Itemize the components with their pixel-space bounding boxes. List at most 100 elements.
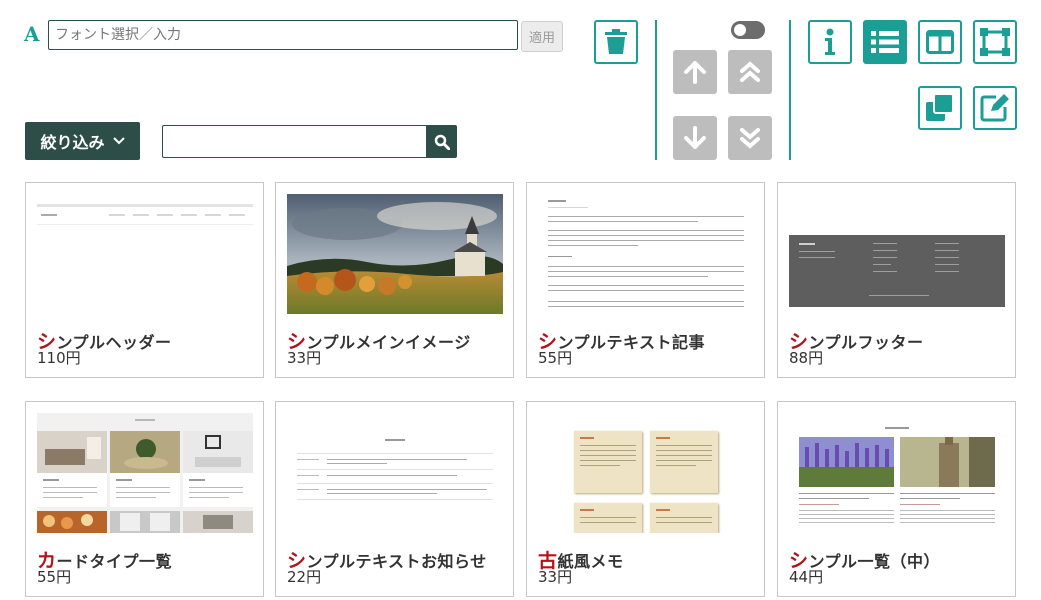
template-card[interactable]: カードタイプ一覧 55円 xyxy=(25,401,264,597)
card-text-box xyxy=(183,473,253,507)
template-thumbnail xyxy=(37,413,253,533)
thumb-line xyxy=(548,276,708,277)
thumb-line xyxy=(548,285,744,286)
thumb-line xyxy=(548,301,744,302)
thumb-line xyxy=(385,439,405,441)
card-title-rest: ードタイプ一覧 xyxy=(56,552,173,571)
thumb-line xyxy=(41,214,57,216)
thumb-line xyxy=(297,469,493,470)
chevron-down-icon xyxy=(112,137,125,145)
info-button[interactable] xyxy=(808,20,852,64)
info-icon xyxy=(825,28,835,55)
delete-button[interactable] xyxy=(594,20,638,64)
card-price: 33円 xyxy=(538,568,573,586)
template-card[interactable]: シンプルメインイメージ 33円 xyxy=(275,182,514,378)
thumb-line xyxy=(297,453,493,454)
card-title-rest: ンプルフッター xyxy=(808,333,924,352)
trash-icon xyxy=(605,29,627,54)
card-text-box xyxy=(110,473,180,507)
thumb-line xyxy=(37,224,253,225)
memo-paper xyxy=(650,431,718,493)
card-text-box xyxy=(37,473,107,507)
thumb-line xyxy=(116,492,170,493)
template-thumbnail xyxy=(538,413,754,533)
list-view-icon xyxy=(871,31,899,53)
thumb-line xyxy=(548,290,744,291)
thumb-line xyxy=(297,475,319,476)
thumb-line xyxy=(189,497,229,498)
thumb-line xyxy=(205,214,221,216)
thumb-line xyxy=(580,445,636,446)
thumb-line xyxy=(799,243,815,245)
frame-select-button[interactable] xyxy=(973,20,1017,64)
thumb-line xyxy=(157,214,173,216)
thumb-line xyxy=(297,483,493,484)
thumb-line xyxy=(580,517,636,518)
search-button[interactable] xyxy=(426,125,457,158)
template-card[interactable]: シンプルテキスト記事 55円 xyxy=(526,182,765,378)
edit-icon xyxy=(980,94,1009,122)
search-input[interactable] xyxy=(162,125,426,158)
thumb-line xyxy=(935,264,959,265)
move-bottom-button[interactable] xyxy=(728,116,772,160)
duplicate-button[interactable] xyxy=(918,86,962,130)
photo-shape xyxy=(81,514,93,526)
template-card[interactable]: シンプル一覧（中） 44円 xyxy=(777,401,1016,597)
thumb-line xyxy=(548,306,744,307)
thumb-line xyxy=(580,455,636,456)
template-card[interactable]: シンプルフッター 88円 xyxy=(777,182,1016,378)
photo-shape xyxy=(136,439,156,459)
card-title-rest: ンプルテキスト記事 xyxy=(557,333,706,352)
card-photo xyxy=(37,511,107,533)
apply-button[interactable]: 適用 xyxy=(521,21,563,52)
font-select-input[interactable] xyxy=(48,20,518,50)
thumb-line xyxy=(327,489,487,490)
thumb-line xyxy=(656,509,670,511)
thumb-line xyxy=(935,271,959,272)
card-title-rest: ンプルテキストお知らせ xyxy=(306,552,487,571)
thumb-line xyxy=(548,235,744,236)
thumb-line xyxy=(580,509,594,511)
thumb-line xyxy=(656,445,712,446)
filter-dropdown-button[interactable]: 絞り込み xyxy=(25,122,140,160)
card-title-rest: ンプルメインイメージ xyxy=(306,333,471,352)
thumb-line xyxy=(656,465,696,466)
template-card[interactable]: シンプルヘッダー 110円 xyxy=(25,182,264,378)
toggle-switch[interactable] xyxy=(731,21,765,39)
card-photo xyxy=(183,511,253,533)
toolbar-divider xyxy=(789,20,791,160)
thumb-line xyxy=(548,207,588,208)
footer-block xyxy=(789,235,1005,307)
move-down-button[interactable] xyxy=(673,116,717,160)
template-card[interactable]: シンプルテキストお知らせ 22円 xyxy=(275,401,514,597)
template-thumbnail xyxy=(538,194,754,314)
thumb-line xyxy=(656,460,712,461)
thumb-line xyxy=(548,221,698,222)
photo-shape xyxy=(43,515,55,527)
move-top-button[interactable] xyxy=(728,50,772,94)
double-chevron-down-icon xyxy=(740,128,760,149)
edit-button[interactable] xyxy=(973,86,1017,130)
thumb-line xyxy=(189,479,205,481)
column-layout-button[interactable] xyxy=(918,20,962,64)
template-card[interactable]: 古紙風メモ 33円 xyxy=(526,401,765,597)
arrow-up-icon xyxy=(684,61,706,84)
column-layout-icon xyxy=(926,30,954,54)
card-price: 55円 xyxy=(538,349,573,367)
thumb-line xyxy=(799,251,835,252)
thumb-line xyxy=(133,214,149,216)
memo-paper xyxy=(574,431,642,493)
search-icon xyxy=(434,134,450,150)
thumb-line xyxy=(580,460,636,461)
thumb-line xyxy=(327,463,387,464)
thumb-line xyxy=(548,200,566,202)
move-up-button[interactable] xyxy=(673,50,717,94)
card-price: 55円 xyxy=(37,568,72,586)
thumb-line xyxy=(935,243,959,244)
list-view-button[interactable] xyxy=(863,20,907,64)
thumb-line xyxy=(189,487,243,488)
thumb-line xyxy=(297,459,319,460)
thumb-line xyxy=(229,214,245,216)
template-thumbnail xyxy=(37,194,253,314)
memo-paper xyxy=(650,503,718,533)
